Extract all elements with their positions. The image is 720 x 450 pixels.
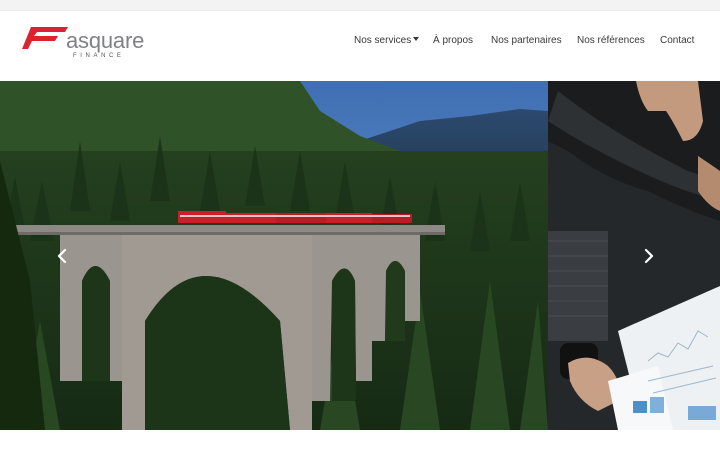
carousel-prev-button[interactable] (51, 245, 73, 267)
chevron-left-icon (57, 248, 67, 264)
brand-logo-mark-icon (22, 27, 68, 49)
brand-name: asquare (66, 28, 145, 53)
business-documents-photo (548, 81, 720, 430)
page-bottom (0, 430, 720, 450)
nav-item-about[interactable]: À propos (433, 34, 473, 48)
carousel-slide-business (548, 81, 720, 430)
hero-carousel (0, 81, 720, 430)
nav-item-label: Nos services (354, 35, 412, 46)
railway-viaduct-photo (0, 81, 548, 430)
nav-item-services[interactable]: Nos services (354, 34, 420, 48)
nav-item-references[interactable]: Nos références (577, 34, 645, 48)
top-strip (0, 0, 720, 11)
chevron-right-icon (644, 248, 654, 264)
brand-logo[interactable]: asquare FINANCE (22, 27, 147, 59)
nav-item-contact[interactable]: Contact (660, 34, 694, 48)
carousel-slide-viaduct (0, 81, 548, 430)
caret-down-icon (413, 37, 420, 41)
site-header: asquare FINANCE Nos services À propos No… (0, 11, 720, 81)
brand-tagline: FINANCE (73, 53, 125, 59)
nav-item-partners[interactable]: Nos partenaires (491, 34, 562, 48)
carousel-next-button[interactable] (638, 245, 660, 267)
